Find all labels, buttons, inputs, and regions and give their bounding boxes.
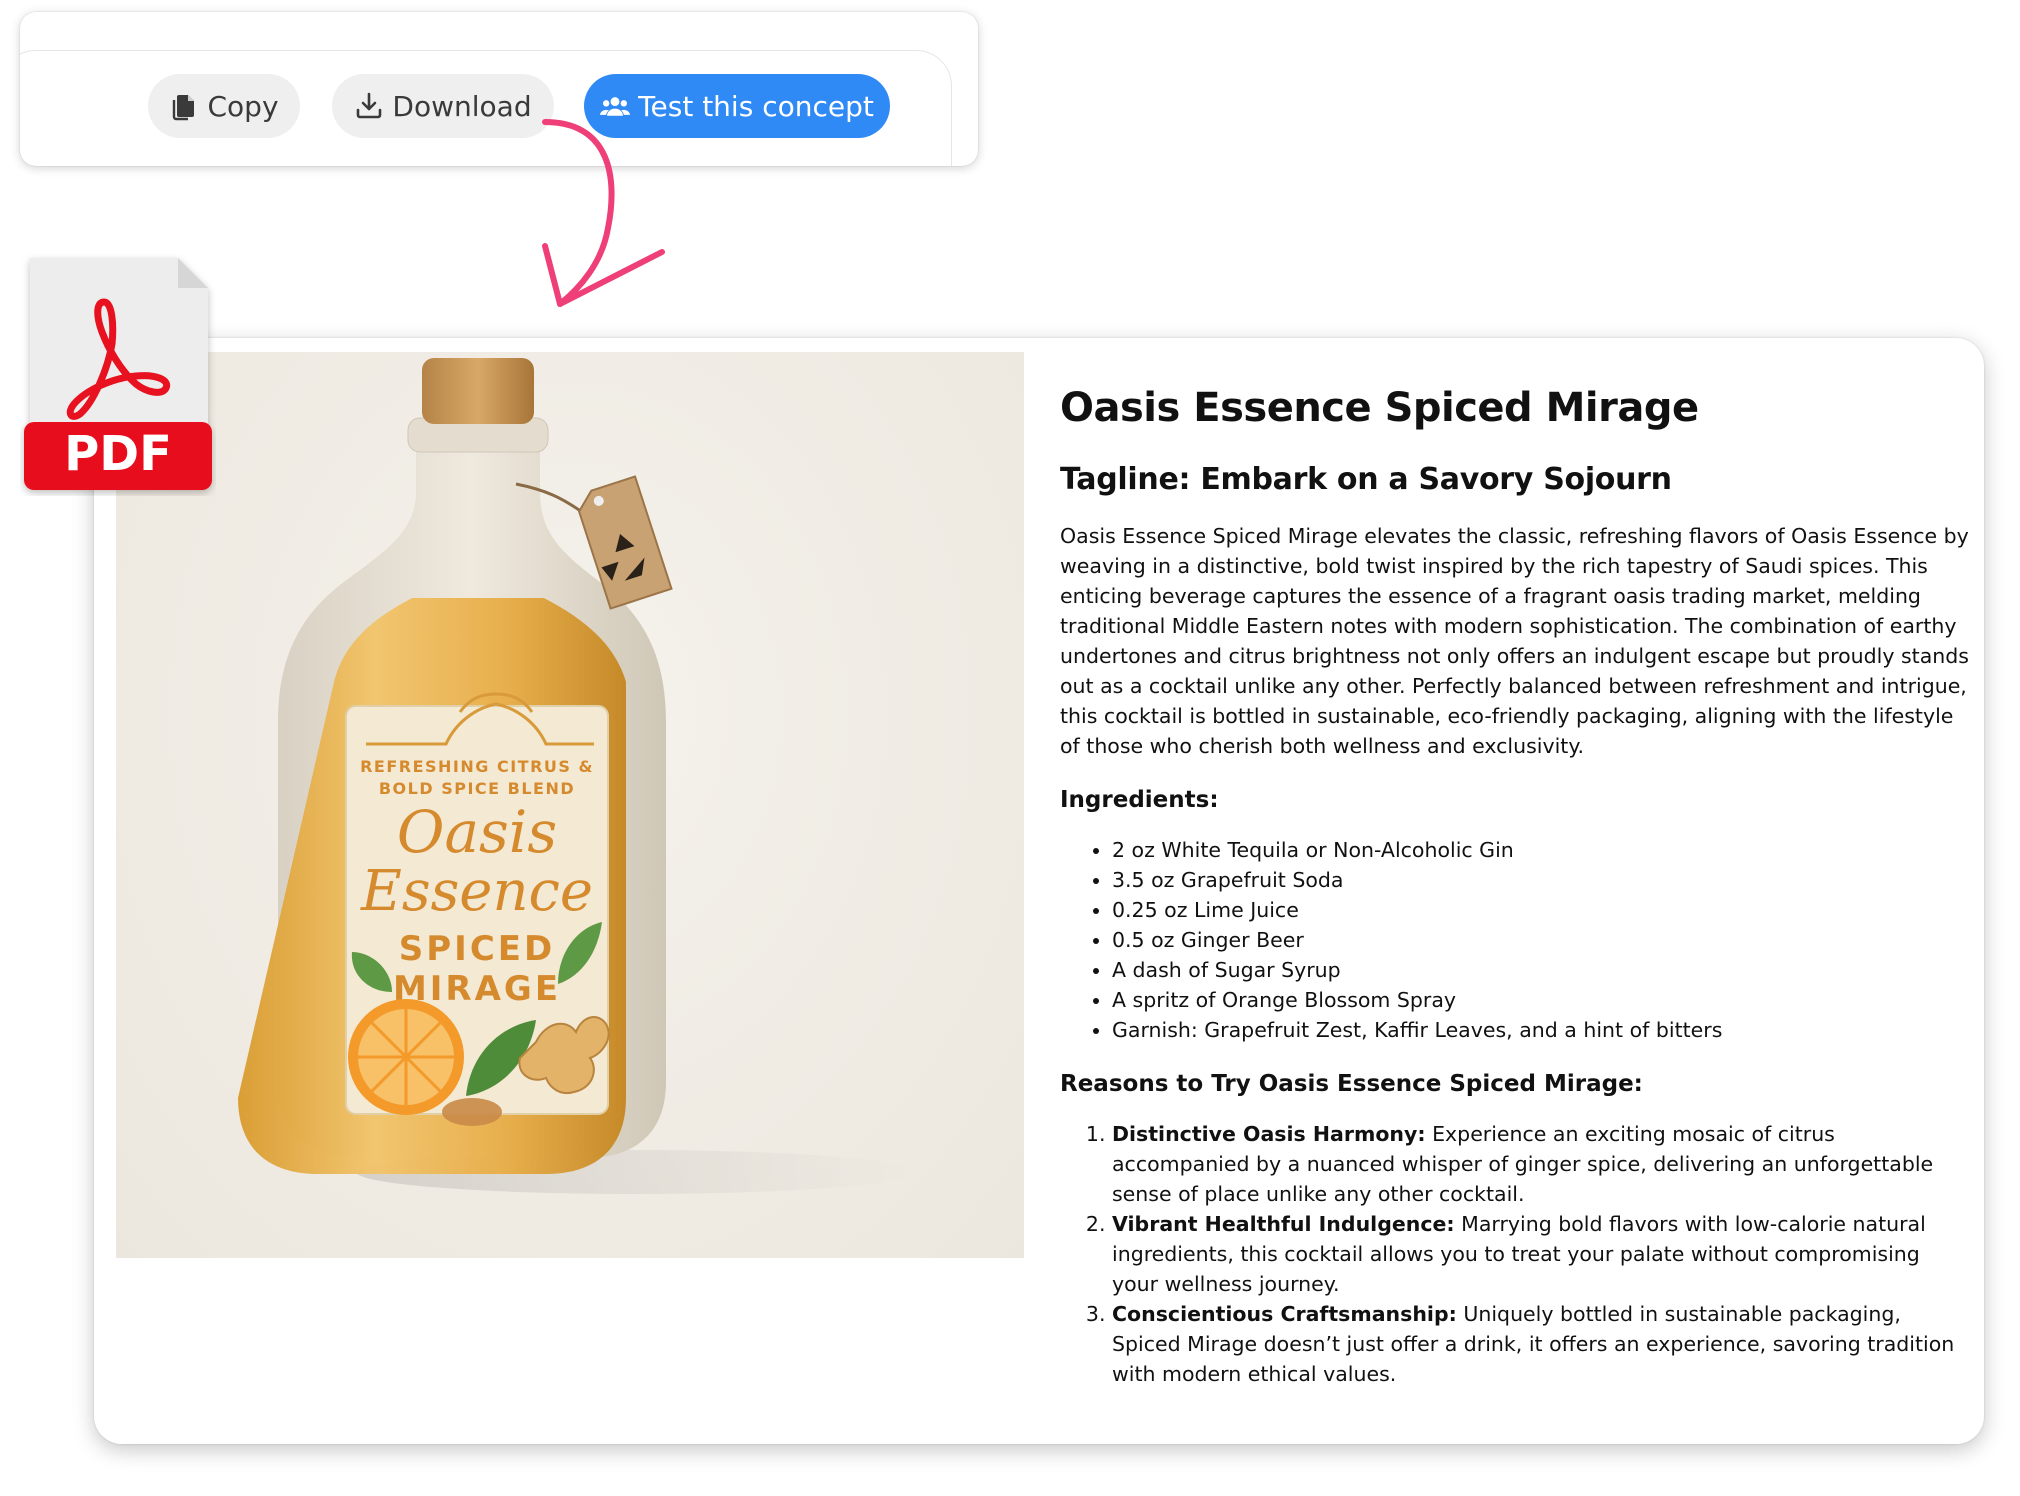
label-brand-2: Essence (360, 859, 593, 924)
reason-item: Distinctive Oasis Harmony: Experience an… (1112, 1119, 1970, 1209)
reason-title: Vibrant Healthful Indulgence: (1112, 1212, 1455, 1236)
document-description: Oasis Essence Spiced Mirage elevates the… (1060, 524, 1969, 758)
ingredient-item: A spritz of Orange Blossom Spray (1112, 985, 1970, 1015)
reasons-heading: Reasons to Try Oasis Essence Spiced Mira… (1060, 1071, 1643, 1097)
product-image: REFRESHING CITRUS & BOLD SPICE BLEND Oas… (116, 352, 1024, 1258)
ingredient-item: 0.5 oz Ginger Beer (1112, 925, 1970, 955)
document-tagline: Tagline: Embark on a Savory Sojourn (1060, 462, 1672, 497)
action-toolbar: Copy Download Test this concept (20, 12, 978, 166)
ingredient-item: 0.25 oz Lime Juice (1112, 895, 1970, 925)
ingredients-heading: Ingredients: (1060, 787, 1219, 813)
label-brand-1: Oasis (397, 798, 557, 866)
download-button[interactable]: Download (332, 74, 554, 138)
ingredient-item: 3.5 oz Grapefruit Soda (1112, 865, 1970, 895)
ingredient-item: 2 oz White Tequila or Non-Alcoholic Gin (1112, 835, 1970, 865)
ingredients-list: 2 oz White Tequila or Non-Alcoholic Gin … (1060, 835, 1970, 1045)
download-icon (354, 91, 384, 121)
document-content: Oasis Essence Spiced Mirage Tagline: Emb… (1060, 384, 1970, 1389)
pdf-file-icon: PDF (24, 258, 212, 490)
bottom-fade (94, 1384, 1984, 1444)
document-preview: REFRESHING CITRUS & BOLD SPICE BLEND Oas… (94, 338, 1984, 1444)
reason-item: Conscientious Craftsmanship: Uniquely bo… (1112, 1299, 1970, 1389)
document-title: Oasis Essence Spiced Mirage (1060, 385, 1699, 431)
reasons-list: Distinctive Oasis Harmony: Experience an… (1060, 1119, 1970, 1389)
copy-button-label: Copy (207, 89, 279, 123)
bottle-illustration: REFRESHING CITRUS & BOLD SPICE BLEND Oas… (238, 358, 916, 1194)
users-icon (600, 91, 631, 121)
copy-icon (169, 91, 199, 121)
pdf-badge-label: PDF (64, 426, 172, 482)
orange-slice-illustration (348, 999, 464, 1115)
ingredient-item: A dash of Sugar Syrup (1112, 955, 1970, 985)
reason-item: Vibrant Healthful Indulgence: Marrying b… (1112, 1209, 1970, 1299)
download-button-label: Download (392, 89, 532, 123)
ingredient-item: Garnish: Grapefruit Zest, Kaffir Leaves,… (1112, 1015, 1970, 1045)
copy-button[interactable]: Copy (148, 74, 300, 138)
label-name-1: SPICED (399, 929, 555, 969)
curved-arrow-icon (542, 119, 665, 307)
label-line-2: BOLD SPICE BLEND (379, 779, 575, 798)
reason-title: Distinctive Oasis Harmony: (1112, 1122, 1426, 1146)
label-line-1: REFRESHING CITRUS & (360, 757, 594, 776)
reason-title: Conscientious Craftsmanship: (1112, 1302, 1457, 1326)
